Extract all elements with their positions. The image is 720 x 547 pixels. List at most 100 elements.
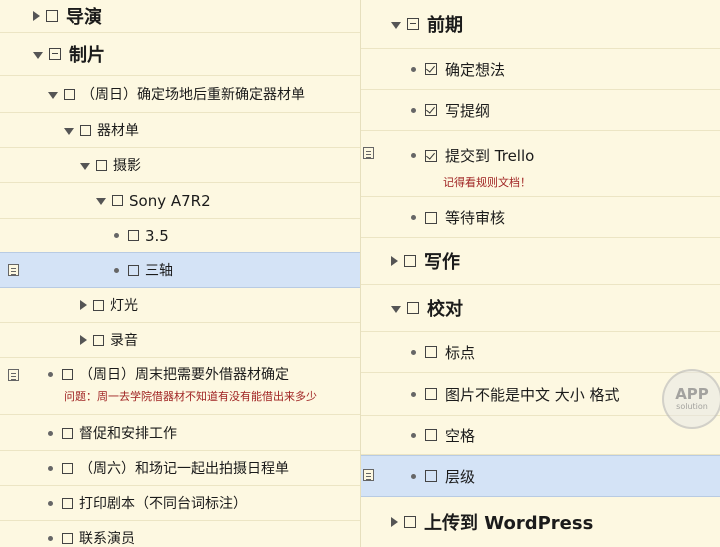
outline-item-print-script[interactable]: 打印剧本（不同台词标注）: [0, 486, 360, 521]
item-label: 摄影: [113, 158, 141, 174]
outline-item-supervise-work[interactable]: 督促和安排工作: [0, 416, 360, 451]
outline-item-write-outline[interactable]: 写提纲: [361, 90, 720, 131]
checkbox-icon[interactable]: [425, 346, 437, 358]
checkbox-icon[interactable]: [112, 195, 123, 206]
outline-item-spacing[interactable]: 空格: [361, 416, 720, 455]
item-note: 问题：周一去学院借器材不知道有没有能借出来多少: [64, 390, 317, 403]
checkbox-icon[interactable]: [93, 299, 104, 311]
expand-triangle-icon[interactable]: [33, 11, 40, 21]
item-label: 上传到 WordPress: [424, 513, 594, 534]
outline-item-hierarchy-selected[interactable]: 层级: [361, 455, 720, 497]
outline-item-equipment-list-task[interactable]: （周日）确定场地后重新确定器材单: [0, 76, 360, 113]
outline-item-production[interactable]: 制片: [0, 33, 360, 76]
expand-triangle-icon[interactable]: [80, 300, 87, 310]
note-icon[interactable]: [8, 264, 19, 276]
item-label: 校对: [427, 299, 463, 320]
expand-triangle-icon[interactable]: [391, 517, 398, 527]
item-label: 写作: [424, 252, 460, 273]
outline-item-director[interactable]: 导演: [0, 0, 360, 33]
item-label: 导演: [66, 7, 102, 28]
bullet-icon: [48, 535, 53, 541]
checkbox-icon[interactable]: [128, 230, 139, 241]
collapse-triangle-icon[interactable]: [391, 21, 401, 29]
note-icon[interactable]: [8, 369, 19, 381]
checkbox-icon[interactable]: [425, 388, 437, 400]
note-icon[interactable]: [363, 147, 374, 159]
checkbox-icon[interactable]: [425, 211, 437, 224]
outline-item-gimbal-selected[interactable]: 三轴: [0, 252, 360, 288]
item-label: 图片不能是中文 大小 格式: [445, 385, 620, 404]
outline-item-shooting-schedule[interactable]: （周六）和场记一起出拍摄日程单: [0, 451, 360, 486]
item-label: 器材单: [97, 123, 139, 139]
checkbox-icon[interactable]: [93, 334, 104, 346]
watermark-line-2: solution: [676, 402, 708, 411]
checkbox-icon[interactable]: [96, 159, 107, 171]
left-outline-pane[interactable]: 导演 制片 （周日）确定场地后重新确定器材单 器材单 摄影 Sony A7R2 …: [0, 0, 360, 547]
checkbox-icon[interactable]: [62, 497, 73, 509]
checkbox-icon[interactable]: [425, 429, 437, 441]
item-label: 灯光: [110, 298, 138, 314]
item-label: 制片: [69, 45, 105, 66]
outline-item-equipment-list[interactable]: 器材单: [0, 113, 360, 148]
item-label: 打印剧本（不同台词标注）: [79, 496, 247, 512]
outline-item-3-5[interactable]: 3.5: [0, 219, 360, 253]
collapse-triangle-icon[interactable]: [391, 305, 401, 313]
item-label: （周日）确定场地后重新确定器材单: [81, 87, 305, 103]
item-label: （周六）和场记一起出拍摄日程单: [79, 461, 289, 477]
item-label: 等待审核: [445, 209, 506, 227]
checkbox-icon[interactable]: [62, 368, 73, 380]
collapse-triangle-icon[interactable]: [80, 162, 90, 170]
checkbox-icon[interactable]: [46, 10, 58, 22]
item-label: 联系演员: [79, 531, 135, 547]
collapse-triangle-icon[interactable]: [64, 127, 74, 135]
bullet-icon: [411, 349, 416, 355]
outline-item-camera[interactable]: 摄影: [0, 148, 360, 183]
partial-checkbox-icon[interactable]: [49, 48, 61, 60]
checked-checkbox-icon[interactable]: [425, 149, 437, 162]
collapse-triangle-icon[interactable]: [96, 198, 106, 205]
checkbox-icon[interactable]: [425, 470, 437, 482]
checkbox-icon[interactable]: [62, 532, 73, 544]
bullet-icon: [411, 66, 416, 72]
checkbox-icon[interactable]: [404, 516, 416, 528]
bullet-icon: [411, 107, 416, 113]
bullet-icon: [411, 432, 416, 438]
checkbox-icon[interactable]: [128, 264, 139, 276]
checkbox-icon[interactable]: [407, 302, 419, 314]
note-icon[interactable]: [363, 469, 374, 481]
outline-item-submit-trello[interactable]: 提交到 Trello 记得看规则文档！: [361, 131, 720, 197]
partial-checkbox-icon[interactable]: [407, 18, 419, 30]
outline-item-borrow-equipment[interactable]: （周日）周末把需要外借器材确定 问题：周一去学院借器材不知道有没有能借出来多少: [0, 358, 360, 415]
checkbox-icon[interactable]: [64, 88, 75, 100]
item-note: 记得看规则文档！: [443, 176, 531, 189]
checked-checkbox-icon[interactable]: [425, 104, 437, 116]
outline-item-confirm-idea[interactable]: 确定想法: [361, 49, 720, 90]
outline-item-sony-a7r2[interactable]: Sony A7R2: [0, 183, 360, 219]
item-label: 前期: [427, 15, 463, 36]
outline-item-await-review[interactable]: 等待审核: [361, 198, 720, 238]
expand-triangle-icon[interactable]: [80, 335, 87, 345]
bullet-icon: [114, 267, 119, 273]
checkbox-icon[interactable]: [62, 427, 73, 439]
bullet-icon: [48, 371, 53, 377]
expand-triangle-icon[interactable]: [391, 256, 398, 266]
collapse-triangle-icon[interactable]: [33, 51, 43, 59]
outline-item-contact-actors[interactable]: 联系演员: [0, 521, 360, 547]
outline-item-proofreading[interactable]: 校对: [361, 285, 720, 332]
checkbox-icon[interactable]: [404, 255, 416, 267]
right-outline-pane[interactable]: 前期 确定想法 写提纲 提交到 Trello 记得看规则文档！ 等待审核 写作: [361, 0, 720, 547]
outline-item-pre-production[interactable]: 前期: [361, 0, 720, 49]
outline-item-punctuation[interactable]: 标点: [361, 332, 720, 373]
checked-checkbox-icon[interactable]: [425, 63, 437, 75]
bullet-icon: [411, 391, 416, 397]
outline-item-audio[interactable]: 录音: [0, 323, 360, 358]
item-label: 录音: [110, 333, 138, 349]
checkbox-icon[interactable]: [80, 124, 91, 136]
checkbox-icon[interactable]: [62, 462, 73, 474]
outline-item-lighting[interactable]: 灯光: [0, 288, 360, 323]
collapse-triangle-icon[interactable]: [48, 91, 58, 99]
outline-item-writing[interactable]: 写作: [361, 238, 720, 285]
outline-item-upload-wordpress[interactable]: 上传到 WordPress: [361, 497, 720, 547]
item-label: Sony A7R2: [129, 191, 211, 210]
item-label: 标点: [445, 343, 476, 362]
